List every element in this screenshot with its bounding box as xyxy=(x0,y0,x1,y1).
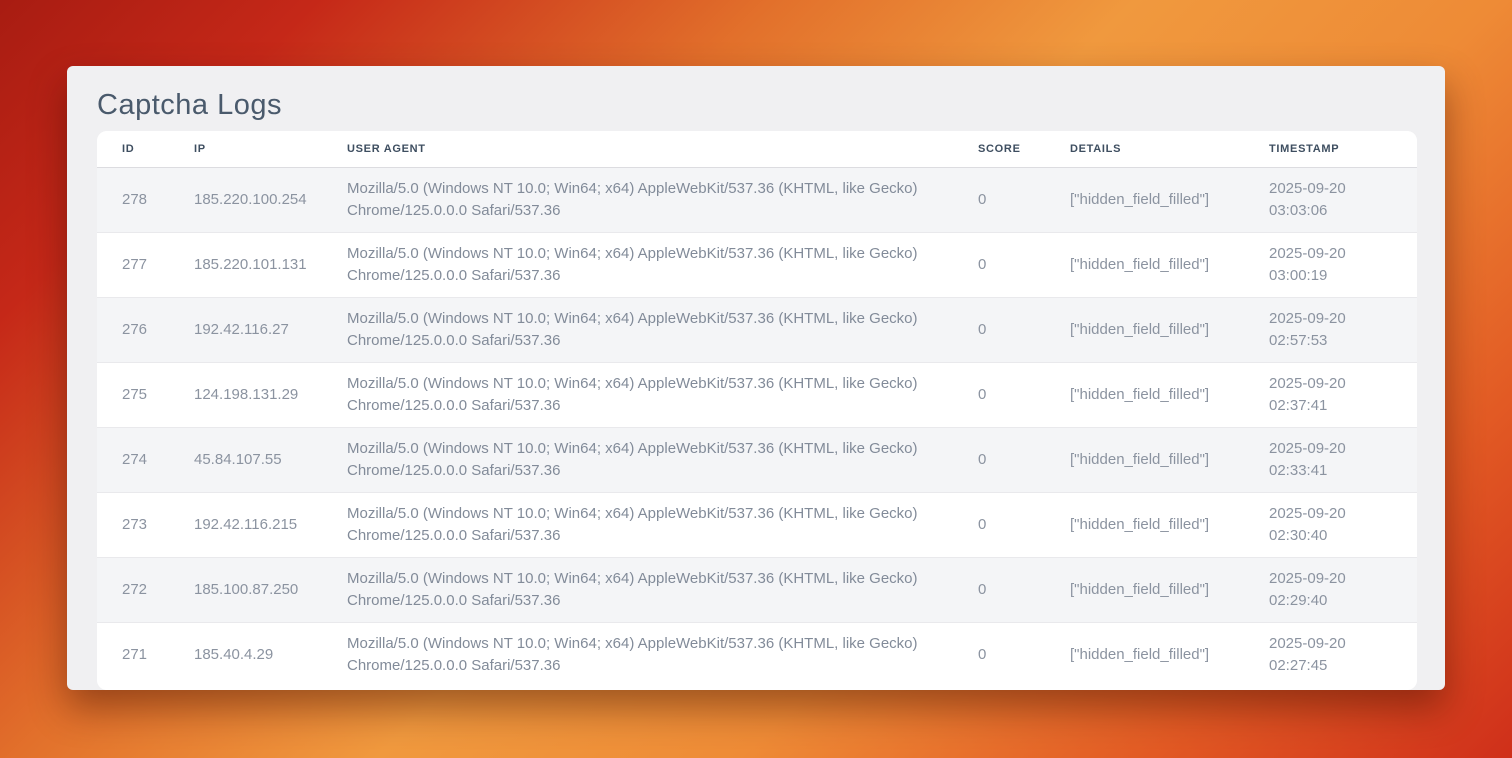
cell-timestamp: 2025-09-20 03:00:19 xyxy=(1244,232,1417,297)
table-row: 275 124.198.131.29 Mozilla/5.0 (Windows … xyxy=(97,362,1417,427)
cell-timestamp: 2025-09-20 02:37:41 xyxy=(1244,362,1417,427)
table-row: 271 185.40.4.29 Mozilla/5.0 (Windows NT … xyxy=(97,622,1417,687)
page-title: Captcha Logs xyxy=(97,82,1445,128)
cell-id: 278 xyxy=(97,167,169,232)
cell-user-agent: Mozilla/5.0 (Windows NT 10.0; Win64; x64… xyxy=(322,622,953,687)
cell-user-agent: Mozilla/5.0 (Windows NT 10.0; Win64; x64… xyxy=(322,492,953,557)
cell-details: ["hidden_field_filled"] xyxy=(1045,167,1244,232)
cell-score: 0 xyxy=(953,362,1045,427)
cell-id: 273 xyxy=(97,492,169,557)
cell-score: 0 xyxy=(953,297,1045,362)
cell-score: 0 xyxy=(953,492,1045,557)
table-row: 276 192.42.116.27 Mozilla/5.0 (Windows N… xyxy=(97,297,1417,362)
column-header-ip: IP xyxy=(169,131,322,167)
cell-id: 275 xyxy=(97,362,169,427)
cell-timestamp: 2025-09-20 02:27:45 xyxy=(1244,622,1417,687)
cell-ip: 192.42.116.215 xyxy=(169,492,322,557)
cell-user-agent: Mozilla/5.0 (Windows NT 10.0; Win64; x64… xyxy=(322,427,953,492)
cell-id: 272 xyxy=(97,557,169,622)
column-header-id: ID xyxy=(97,131,169,167)
column-header-score: SCORE xyxy=(953,131,1045,167)
table-row: 277 185.220.101.131 Mozilla/5.0 (Windows… xyxy=(97,232,1417,297)
cell-user-agent: Mozilla/5.0 (Windows NT 10.0; Win64; x64… xyxy=(322,167,953,232)
cell-details: ["hidden_field_filled"] xyxy=(1045,557,1244,622)
cell-score: 0 xyxy=(953,167,1045,232)
column-header-timestamp: TIMESTAMP xyxy=(1244,131,1417,167)
background: { "page_title": "Captcha Logs", "colors"… xyxy=(0,0,1512,758)
captcha-logs-table-container: ID IP USER AGENT SCORE DETAILS TIMESTAMP… xyxy=(97,131,1417,690)
cell-ip: 185.220.101.131 xyxy=(169,232,322,297)
cell-ip: 185.220.100.254 xyxy=(169,167,322,232)
cell-details: ["hidden_field_filled"] xyxy=(1045,232,1244,297)
column-header-details: DETAILS xyxy=(1045,131,1244,167)
cell-user-agent: Mozilla/5.0 (Windows NT 10.0; Win64; x64… xyxy=(322,232,953,297)
table-header-row: ID IP USER AGENT SCORE DETAILS TIMESTAMP xyxy=(97,131,1417,167)
cell-details: ["hidden_field_filled"] xyxy=(1045,622,1244,687)
table-body: 278 185.220.100.254 Mozilla/5.0 (Windows… xyxy=(97,167,1417,687)
column-header-user-agent: USER AGENT xyxy=(322,131,953,167)
captcha-logs-card: Captcha Logs ID IP USER AGENT SCORE DETA… xyxy=(67,66,1445,690)
cell-details: ["hidden_field_filled"] xyxy=(1045,427,1244,492)
cell-user-agent: Mozilla/5.0 (Windows NT 10.0; Win64; x64… xyxy=(322,557,953,622)
cell-ip: 192.42.116.27 xyxy=(169,297,322,362)
cell-score: 0 xyxy=(953,622,1045,687)
cell-user-agent: Mozilla/5.0 (Windows NT 10.0; Win64; x64… xyxy=(322,362,953,427)
cell-ip: 185.40.4.29 xyxy=(169,622,322,687)
cell-timestamp: 2025-09-20 02:33:41 xyxy=(1244,427,1417,492)
cell-score: 0 xyxy=(953,557,1045,622)
cell-timestamp: 2025-09-20 02:30:40 xyxy=(1244,492,1417,557)
cell-id: 276 xyxy=(97,297,169,362)
cell-timestamp: 2025-09-20 02:29:40 xyxy=(1244,557,1417,622)
cell-details: ["hidden_field_filled"] xyxy=(1045,297,1244,362)
cell-user-agent: Mozilla/5.0 (Windows NT 10.0; Win64; x64… xyxy=(322,297,953,362)
cell-timestamp: 2025-09-20 02:57:53 xyxy=(1244,297,1417,362)
cell-id: 277 xyxy=(97,232,169,297)
cell-ip: 124.198.131.29 xyxy=(169,362,322,427)
table-row: 274 45.84.107.55 Mozilla/5.0 (Windows NT… xyxy=(97,427,1417,492)
table-row: 273 192.42.116.215 Mozilla/5.0 (Windows … xyxy=(97,492,1417,557)
cell-timestamp: 2025-09-20 03:03:06 xyxy=(1244,167,1417,232)
table-header: ID IP USER AGENT SCORE DETAILS TIMESTAMP xyxy=(97,131,1417,167)
cell-score: 0 xyxy=(953,427,1045,492)
cell-details: ["hidden_field_filled"] xyxy=(1045,492,1244,557)
captcha-logs-table: ID IP USER AGENT SCORE DETAILS TIMESTAMP… xyxy=(97,131,1417,687)
cell-ip: 45.84.107.55 xyxy=(169,427,322,492)
cell-details: ["hidden_field_filled"] xyxy=(1045,362,1244,427)
cell-id: 271 xyxy=(97,622,169,687)
table-row: 278 185.220.100.254 Mozilla/5.0 (Windows… xyxy=(97,167,1417,232)
cell-ip: 185.100.87.250 xyxy=(169,557,322,622)
cell-id: 274 xyxy=(97,427,169,492)
table-row: 272 185.100.87.250 Mozilla/5.0 (Windows … xyxy=(97,557,1417,622)
cell-score: 0 xyxy=(953,232,1045,297)
